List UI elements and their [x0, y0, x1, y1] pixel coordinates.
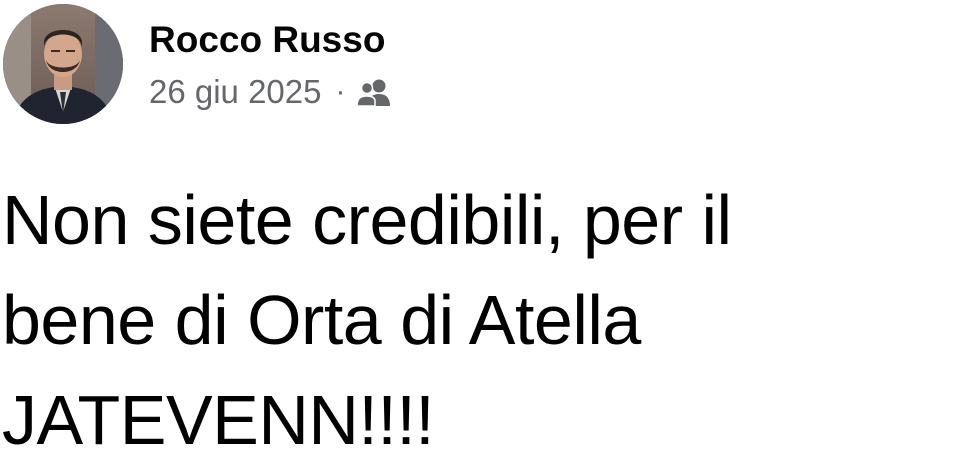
post-header: Rocco Russo 26 giu 2025 ·	[3, 4, 392, 124]
post-text: Non siete credibili, per il bene di Orta…	[2, 181, 732, 459]
friends-icon[interactable]	[355, 77, 392, 107]
separator-dot: ·	[335, 75, 346, 108]
avatar-photo	[3, 4, 123, 124]
avatar[interactable]	[3, 4, 123, 124]
post-info: 26 giu 2025 ·	[149, 72, 392, 112]
post-meta: Rocco Russo 26 giu 2025 ·	[149, 4, 392, 112]
post-date[interactable]: 26 giu 2025	[149, 72, 322, 112]
author-name[interactable]: Rocco Russo	[149, 18, 392, 62]
